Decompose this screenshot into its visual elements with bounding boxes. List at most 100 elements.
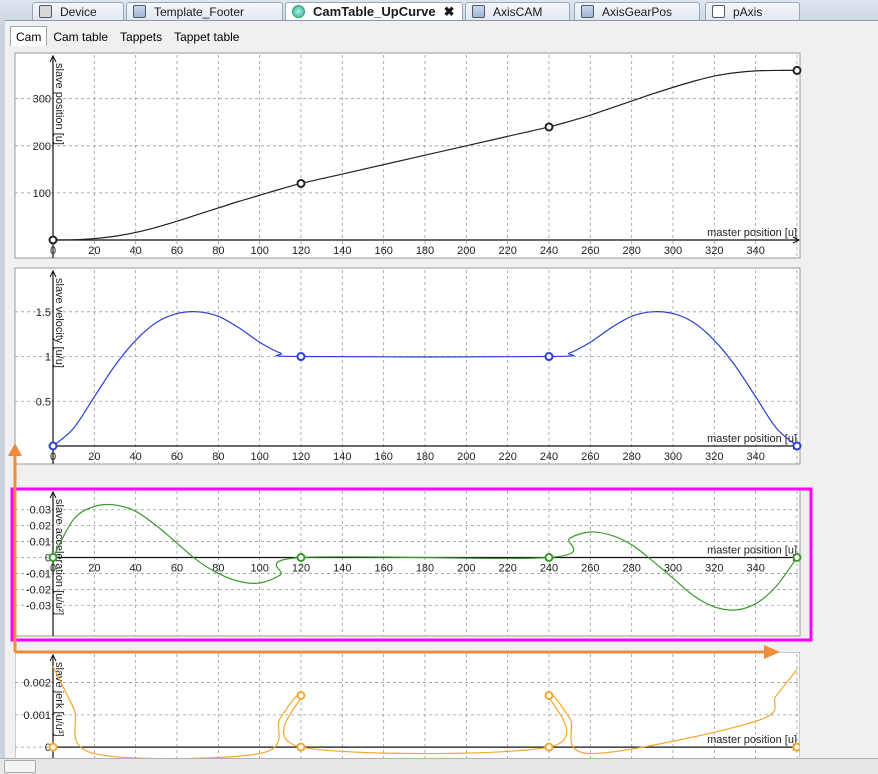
y-tick-label: 0.01 [30,537,51,549]
curve-point [544,352,554,362]
x-tick-label: 220 [498,563,516,575]
y-tick-label: 0.03 [30,505,51,517]
x-tick-label: 120 [292,563,310,575]
x-tick-label: 60 [171,563,183,575]
x-tick-label: 20 [88,451,100,463]
x-tick-label: 140 [333,563,351,575]
x-tick-label: 40 [130,245,142,257]
x-tick-label: 80 [212,245,224,257]
x-tick-label: 200 [457,245,475,257]
x-tick-label: 240 [540,245,558,257]
x-tick-label: 180 [416,245,434,257]
x-tick-label: 100 [250,451,268,463]
x-tick-label: 200 [457,563,475,575]
y-tick-label: 300 [33,94,51,106]
chart-background [14,52,801,259]
curve-point [48,742,58,752]
y-tick-label: 1 [45,352,51,364]
x-tick-label: 320 [705,563,723,575]
x-tick-label: 60 [171,451,183,463]
chart-panel-1: 100 200 300 0 20 40 60 80 100 120 140 160 180 200 220 2… [14,52,802,259]
x-tick-label: 20 [88,563,100,575]
x-tick-label: 160 [374,451,392,463]
cam-charts[interactable]: 1002003000 20 40 60 80 100 120 140 160 180 200 220 2… [0,0,878,773]
chart-panel-4: 00.0010.002master position [u]slave jerk… [15,652,800,758]
x-tick-label: 40 [130,451,142,463]
curve-point [48,441,58,451]
y-tick-label: 1.5 [36,307,51,319]
x-tick-label: 300 [664,245,682,257]
x-axis-label: master position [u] [707,227,797,239]
curve-point [296,690,306,700]
curve-point [48,553,58,562]
curve-point [296,178,306,188]
x-tick-label: 320 [705,245,723,257]
curve-point [544,690,554,700]
y-tick-label: 0.5 [36,396,51,408]
x-tick-label: 260 [581,451,599,463]
status-strip [0,758,878,774]
y-tick-label: 0.002 [23,678,51,690]
x-tick-label: 160 [374,245,392,257]
y-axis-label: slave velocity [u/u] [53,278,65,368]
x-tick-label: 340 [746,451,764,463]
x-tick-label: 0 [50,245,56,257]
x-tick-label: 280 [622,563,640,575]
x-tick-label: 200 [457,451,475,463]
x-tick-label: 340 [746,563,764,575]
x-tick-label: 280 [622,245,640,257]
x-tick-label: 260 [581,245,599,257]
x-tick-label: 40 [130,563,142,575]
chart-panel-3: -0.03-0.02-0.0100.010.020.030 20 40 60 80 100… [14,488,802,637]
x-tick-label: 120 [292,451,310,463]
x-tick-label: 320 [705,451,723,463]
curve-point [296,352,306,362]
x-tick-label: 220 [498,451,516,463]
x-tick-label: 100 [250,563,268,575]
y-axis-label: slave jerk [u/u³] [53,662,65,737]
curve-point [296,742,306,752]
curve-point [296,553,306,562]
curve-point [792,742,800,752]
x-tick-label: 300 [664,451,682,463]
x-tick-label: 120 [292,245,310,257]
scroll-button[interactable] [4,760,36,773]
x-tick-label: 100 [250,245,268,257]
y-axis-label: slave position [u] [53,63,65,145]
x-tick-label: 340 [746,245,764,257]
y-tick-label: 0.001 [23,710,51,722]
x-axis-label: master position [u] [707,734,797,746]
x-tick-label: 180 [416,563,434,575]
x-tick-label: 0 [50,451,56,463]
curve-point [544,553,554,562]
x-tick-label: 240 [540,563,558,575]
x-tick-label: 240 [540,451,558,463]
x-tick-label: 280 [622,451,640,463]
x-tick-label: 60 [171,245,183,257]
x-tick-label: 260 [581,563,599,575]
x-tick-label: 140 [333,245,351,257]
curve-point [792,553,802,562]
curve-point [48,235,58,245]
y-tick-label: -0.03 [26,600,51,612]
y-tick-label: 100 [33,188,51,200]
curve-point [792,441,802,451]
x-tick-label: 20 [88,245,100,257]
chart-panel-2: 0.5 1 1.5 0 20 40 60 80 100 120 140 160 180 200 220 240… [14,267,802,465]
y-tick-label: -0.01 [26,568,51,580]
x-tick-label: 140 [333,451,351,463]
x-axis-label: master position [u] [707,545,797,557]
chart-background [15,652,800,758]
chart-background [14,267,801,465]
x-tick-label: 80 [212,563,224,575]
y-tick-label: 200 [33,141,51,153]
x-tick-label: 220 [498,245,516,257]
curve-point [544,742,554,752]
curve-point [544,122,554,132]
x-tick-label: 80 [212,451,224,463]
x-tick-label: 160 [374,563,392,575]
x-tick-label: 180 [416,451,434,463]
y-tick-label: -0.02 [26,584,51,596]
curve-point [792,65,802,75]
y-tick-label: 0.02 [30,521,51,533]
